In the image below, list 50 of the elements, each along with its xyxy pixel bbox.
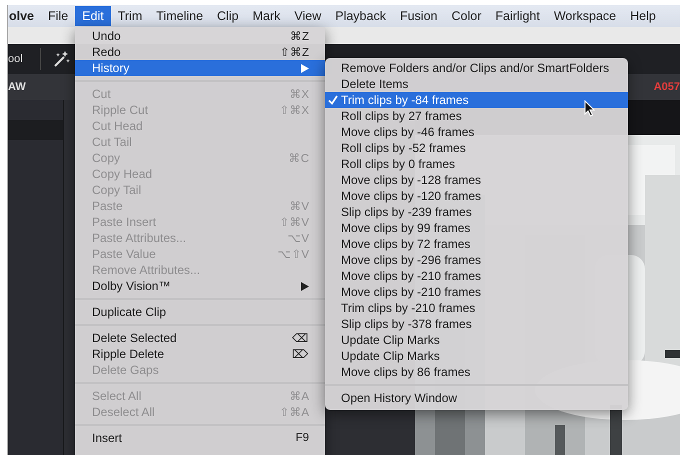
menu-item[interactable]: Move clips by 86 frames [325, 364, 628, 380]
menu-bar-item[interactable]: Color [444, 6, 488, 26]
menu-bar-item[interactable]: Mark [246, 6, 288, 26]
menu-item[interactable]: Delete Items [325, 76, 628, 92]
menu-bar-item[interactable]: Fusion [392, 6, 444, 26]
menu-item[interactable]: Move clips by -120 frames [325, 188, 628, 204]
menu-item[interactable]: Move clips by -210 frames [325, 284, 628, 300]
menu-item[interactable]: Update Clip Marks [325, 332, 628, 348]
menu-item[interactable]: Update Clip Marks [325, 348, 628, 364]
menu-item[interactable]: Slip clips by -378 frames [325, 316, 628, 332]
menu-item[interactable]: Remove Folders and/or Clips and/or SmartFolders [325, 60, 628, 76]
menu-item[interactable]: Roll clips by 0 frames [325, 156, 628, 172]
menu-item[interactable]: Roll clips by 27 frames [325, 108, 628, 124]
mouse-pointer-icon [584, 100, 595, 117]
menu-item[interactable]: Move clips by 99 frames [325, 220, 628, 236]
menu-bar-item[interactable]: Playback [328, 6, 393, 26]
panel-title: AW [8, 81, 26, 93]
toolbar-label[interactable]: ool [8, 53, 40, 65]
menu-item[interactable]: Move clips by -46 frames [325, 124, 628, 140]
menu-item[interactable]: Ripple Delete ⌦ [75, 346, 325, 362]
menu-bar-item[interactable]: Help [623, 6, 663, 26]
menu-item[interactable]: Move clips by 72 frames [325, 236, 628, 252]
magic-wand-icon[interactable] [53, 50, 71, 68]
menu-bar-item[interactable]: Trim [110, 6, 150, 26]
menu-item[interactable]: Slip clips by -239 frames [325, 204, 628, 220]
checkmark-icon [328, 95, 338, 105]
menu-bar-item[interactable]: Timeline [149, 6, 210, 26]
menu-item[interactable]: Redo ⇧⌘Z [75, 44, 325, 60]
menu-item[interactable]: History [75, 60, 325, 76]
menu-bar-item[interactable]: Fairlight [488, 6, 547, 26]
submenu-arrow-icon [301, 64, 309, 72]
menu-item[interactable]: Roll clips by -52 frames [325, 140, 628, 156]
menu-bar-item[interactable]: View [287, 6, 328, 26]
app-menu[interactable]: olve [8, 9, 42, 23]
menu-item[interactable]: Delete Selected ⌫ [75, 330, 325, 346]
menu-item[interactable]: Move clips by -296 frames [325, 252, 628, 268]
menu-item[interactable]: Open History Window [325, 390, 628, 406]
menu-item[interactable]: Move clips by -128 frames [325, 172, 628, 188]
menu-item[interactable]: Insert F9 [75, 430, 325, 446]
submenu-arrow-icon [301, 282, 309, 290]
menu-item[interactable]: Trim clips by -84 frames [325, 92, 628, 108]
menu-item[interactable]: Dolby Vision™ [75, 278, 325, 294]
menu-item[interactable]: Duplicate Clip [75, 304, 325, 320]
menu-item[interactable]: Move clips by -210 frames [325, 268, 628, 284]
clip-name: A057 [654, 81, 680, 93]
menu-item[interactable]: Trim clips by -210 frames [325, 300, 628, 316]
menu-bar-item[interactable]: Clip [210, 6, 246, 26]
menu-bar-item[interactable]: Workspace [546, 6, 624, 26]
menu-bar-item[interactable]: Edit [75, 6, 111, 26]
menu-bar-item[interactable]: File [41, 6, 76, 26]
